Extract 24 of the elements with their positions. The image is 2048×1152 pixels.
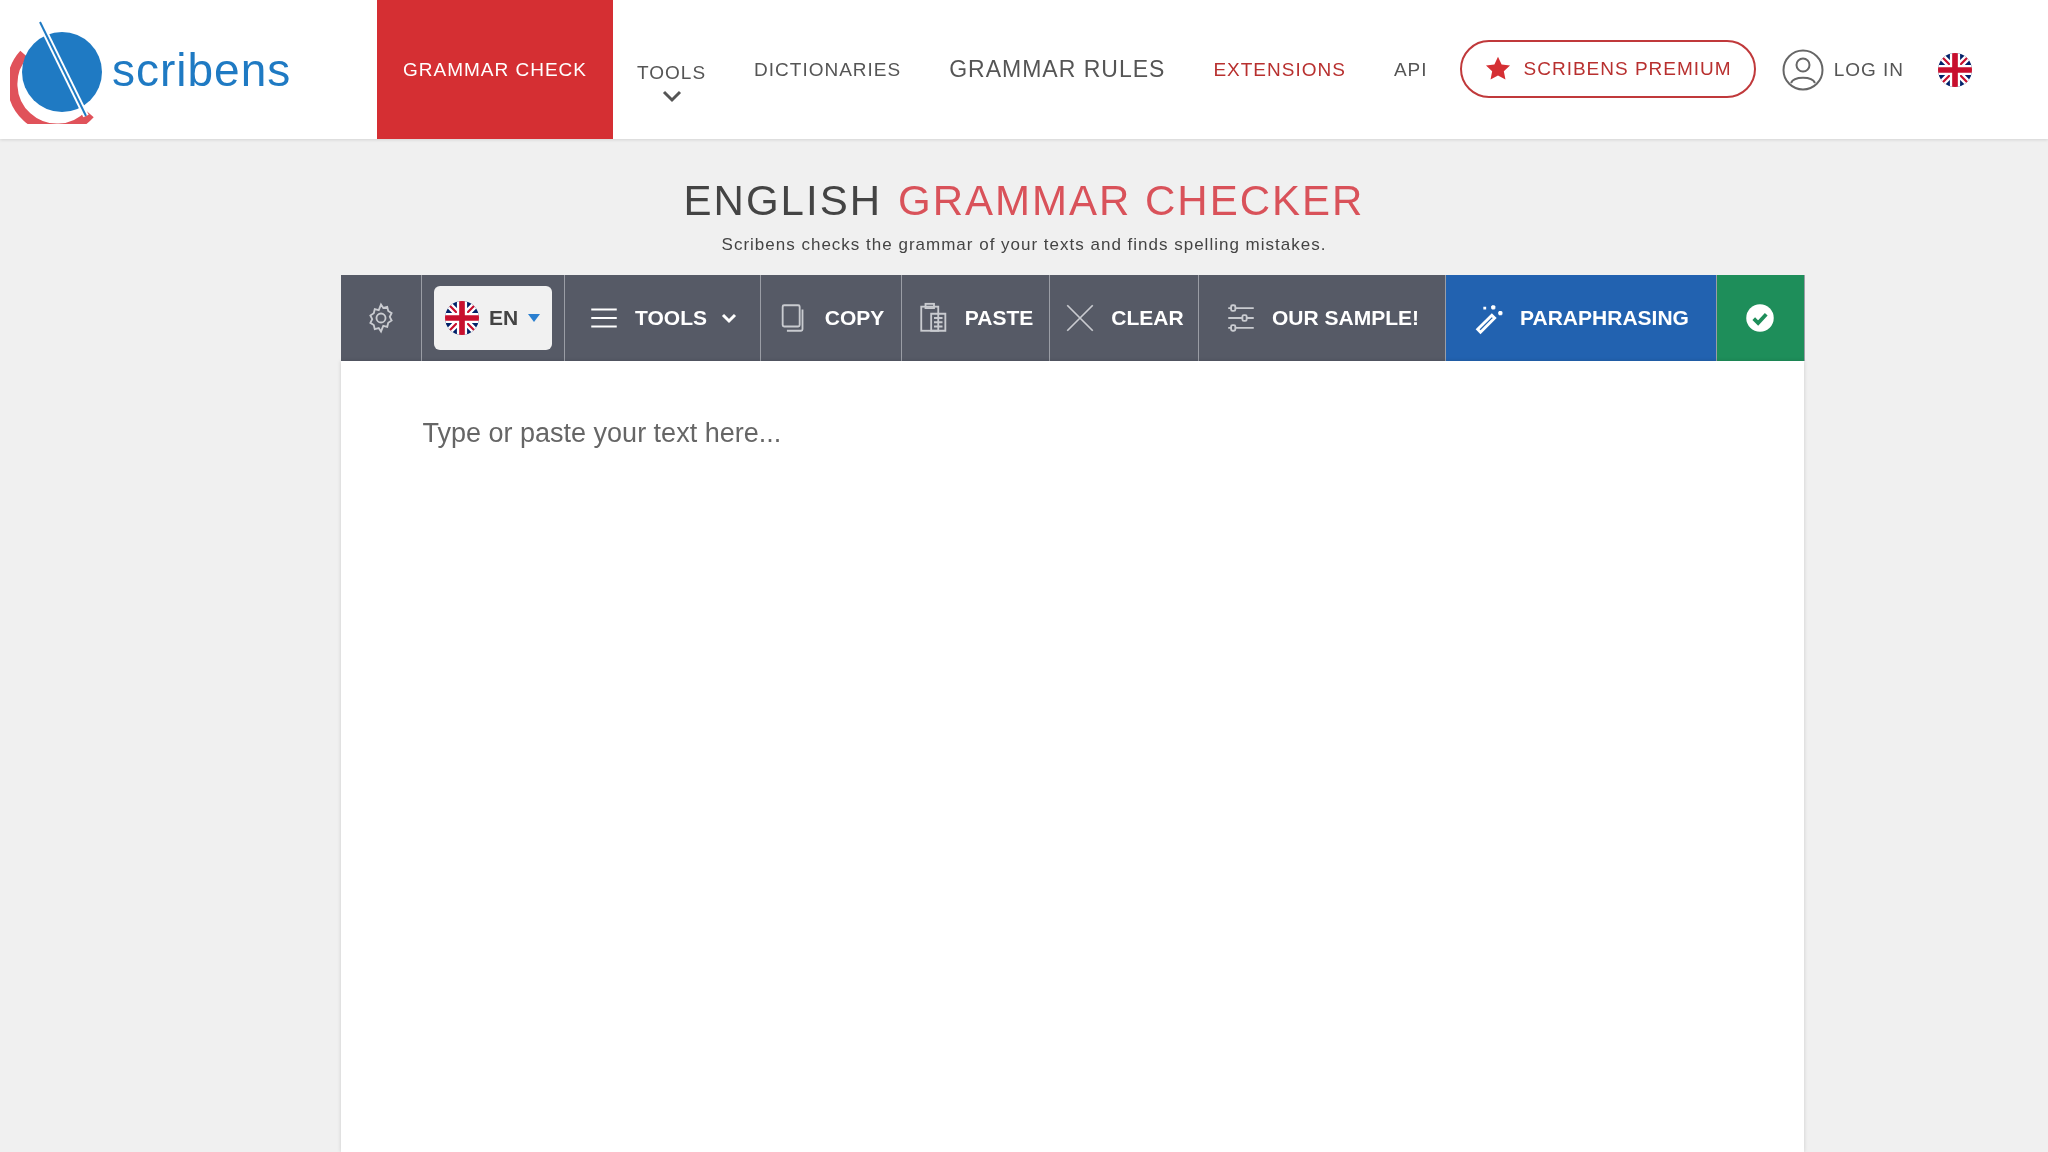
nav-link[interactable]: TOOLS bbox=[613, 0, 731, 139]
check-circle-icon bbox=[1745, 303, 1775, 333]
nav-link[interactable]: EXTENSIONS bbox=[1189, 0, 1370, 139]
premium-button[interactable]: SCRIBENS PREMIUM bbox=[1459, 40, 1756, 98]
uk-flag-icon[interactable] bbox=[1938, 52, 1973, 87]
paraphrasing-button[interactable]: PARAPHRASING bbox=[1445, 275, 1717, 361]
page-subtitle: Scribens checks the grammar of your texts and finds spelling mistakes. bbox=[721, 235, 1327, 255]
nav-link-label: TOOLS bbox=[637, 62, 707, 84]
uk-flag-icon bbox=[444, 301, 479, 335]
nav-link[interactable]: API bbox=[1369, 0, 1452, 139]
logo-wordmark: scribens bbox=[112, 42, 292, 97]
text-input[interactable]: Type or paste your text here... bbox=[420, 416, 1728, 1101]
page-title: ENGLISH GRAMMAR CHECKER bbox=[683, 177, 1365, 225]
text-field[interactable]: Type or paste your text here... bbox=[340, 361, 1804, 1152]
check-button[interactable] bbox=[1716, 275, 1805, 361]
chevron-down-icon bbox=[661, 90, 682, 103]
user-icon bbox=[1781, 48, 1824, 91]
caret-icon bbox=[528, 314, 541, 322]
nav-link[interactable]: DICTIONARIES bbox=[730, 0, 926, 139]
login-link[interactable]: LOG IN bbox=[1781, 0, 1905, 139]
nav-link[interactable]: GRAMMAR RULES bbox=[925, 0, 1190, 139]
language-selector[interactable]: EN bbox=[433, 286, 552, 350]
chevron-down-icon bbox=[720, 312, 737, 324]
nav-link[interactable]: GRAMMAR CHECK bbox=[377, 0, 613, 139]
